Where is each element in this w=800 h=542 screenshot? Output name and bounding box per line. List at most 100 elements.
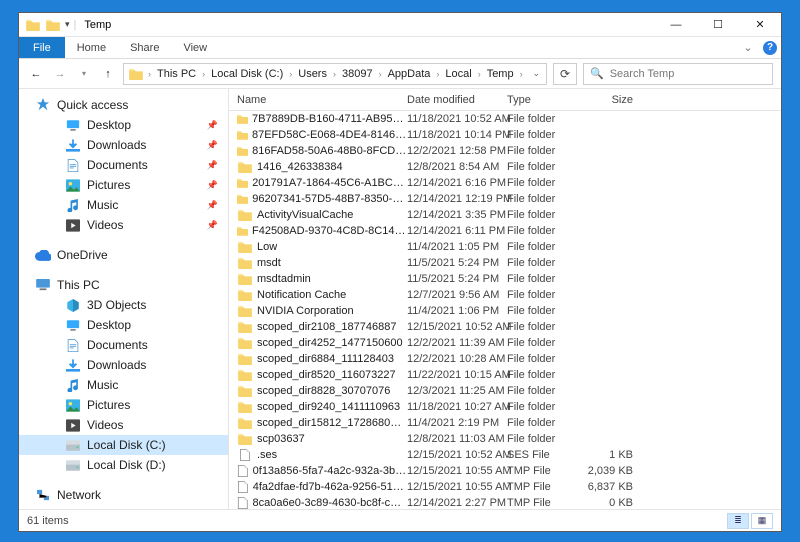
nav-item-music[interactable]: Music📌 — [19, 195, 228, 215]
chevron-right-icon[interactable]: › — [331, 69, 338, 79]
file-row[interactable]: 4fa2dfae-fd7b-462a-9256-5105afe081f5.t..… — [229, 479, 781, 495]
file-row[interactable]: scoped_dir8828_3070707612/3/2021 11:25 A… — [229, 383, 781, 399]
column-date[interactable]: Date modified — [407, 94, 507, 106]
file-row[interactable]: Notification Cache12/7/2021 9:56 AMFile … — [229, 287, 781, 303]
help-button[interactable]: ? — [759, 37, 781, 58]
file-row[interactable]: .ses12/15/2021 10:52 AMSES File1 KB — [229, 447, 781, 463]
chevron-right-icon[interactable]: › — [518, 69, 525, 79]
chevron-right-icon[interactable]: › — [287, 69, 294, 79]
qat-folder-icon[interactable] — [45, 18, 61, 32]
tab-file[interactable]: File — [19, 37, 65, 58]
file-row[interactable]: scoped_dir6884_11112840312/2/2021 10:28 … — [229, 351, 781, 367]
breadcrumb-segment[interactable]: 38097 — [340, 68, 375, 80]
file-type: File folder — [507, 129, 585, 141]
nav-item-pictures[interactable]: Pictures — [19, 395, 228, 415]
chevron-right-icon[interactable]: › — [146, 69, 153, 79]
chevron-right-icon[interactable]: › — [434, 69, 441, 79]
file-row[interactable]: 201791A7-1864-45C6-A1BC-208986DC183712/1… — [229, 175, 781, 191]
file-row[interactable]: 1416_42633838412/8/2021 8:54 AMFile fold… — [229, 159, 781, 175]
qat-dropdown-icon[interactable]: ▾ — [65, 19, 70, 30]
column-name[interactable]: Name — [237, 94, 407, 106]
breadcrumb-segment[interactable]: Users — [296, 68, 329, 80]
file-row[interactable]: Low11/4/2021 1:05 PMFile folder — [229, 239, 781, 255]
view-thumbnails-button[interactable]: ▦ — [751, 513, 773, 529]
nav-up-button[interactable]: ↑ — [99, 65, 117, 83]
file-row[interactable]: 8ca0a6e0-3c89-4630-bc8f-c330e5e072ee...1… — [229, 495, 781, 509]
column-type[interactable]: Type — [507, 94, 585, 106]
view-details-button[interactable]: ≣ — [727, 513, 749, 529]
nav-item-downloads[interactable]: Downloads📌 — [19, 135, 228, 155]
breadcrumb-segment[interactable]: AppData — [386, 68, 433, 80]
file-row[interactable]: scoped_dir8520_11607322711/22/2021 10:15… — [229, 367, 781, 383]
search-input[interactable]: 🔍 Search Temp — [583, 63, 773, 85]
breadcrumb-segment[interactable]: This PC — [155, 68, 198, 80]
nav-back-button[interactable]: ← — [27, 65, 45, 83]
refresh-button[interactable]: ⟳ — [553, 63, 577, 85]
tab-home[interactable]: Home — [65, 37, 118, 58]
nav-onedrive[interactable]: OneDrive — [19, 245, 228, 265]
nav-item-desktop[interactable]: Desktop📌 — [19, 115, 228, 135]
breadcrumb-segment[interactable]: Local Disk (C:) — [209, 68, 285, 80]
file-name: 816FAD58-50A6-48B0-8FCD-BE67A6C276... — [252, 145, 407, 157]
file-name: Low — [257, 241, 277, 253]
nav-item-documents[interactable]: Documents📌 — [19, 155, 228, 175]
maximize-button[interactable]: ☐ — [697, 13, 739, 37]
file-type: File folder — [507, 417, 585, 429]
chevron-right-icon[interactable]: › — [200, 69, 207, 79]
folder-icon — [237, 432, 253, 446]
file-row[interactable]: msdt11/5/2021 5:24 PMFile folder — [229, 255, 781, 271]
file-row[interactable]: scp0363712/8/2021 11:03 AMFile folder — [229, 431, 781, 447]
file-date: 12/15/2021 10:55 AM — [407, 465, 507, 477]
file-row[interactable]: 0f13a856-5fa7-4a2c-932a-3b7a98d46bac...1… — [229, 463, 781, 479]
file-type: File folder — [507, 177, 585, 189]
nav-item-downloads[interactable]: Downloads — [19, 355, 228, 375]
nav-quick-access[interactable]: Quick access — [19, 95, 228, 115]
file-row[interactable]: 87EFD58C-E068-4DE4-8146-0E4B68B1096D11/1… — [229, 127, 781, 143]
nav-item-local-disk-c-[interactable]: Local Disk (C:) — [19, 435, 228, 455]
file-date: 12/3/2021 11:25 AM — [407, 385, 507, 397]
nav-item-videos[interactable]: Videos — [19, 415, 228, 435]
nav-this-pc[interactable]: This PC — [19, 275, 228, 295]
file-size: 6,837 KB — [585, 481, 647, 493]
chevron-right-icon[interactable]: › — [476, 69, 483, 79]
file-row[interactable]: 96207341-57D5-48B7-8350-9E426C1EB88F12/1… — [229, 191, 781, 207]
breadcrumb-segment[interactable]: Local — [443, 68, 473, 80]
nav-network[interactable]: Network — [19, 485, 228, 505]
tab-share[interactable]: Share — [118, 37, 171, 58]
file-row[interactable]: scoped_dir15812_172868084711/4/2021 2:19… — [229, 415, 781, 431]
nav-item-3d-objects[interactable]: 3D Objects — [19, 295, 228, 315]
close-button[interactable]: ✕ — [739, 13, 781, 37]
column-headers: Name Date modified Type Size — [229, 89, 781, 111]
chevron-right-icon[interactable]: › — [377, 69, 384, 79]
folder-icon — [237, 272, 253, 286]
column-size[interactable]: Size — [585, 94, 647, 106]
nav-recent-dropdown[interactable]: ▾ — [75, 65, 93, 83]
nav-item-local-disk-d-[interactable]: Local Disk (D:) — [19, 455, 228, 475]
file-row[interactable]: ActivityVisualCache12/14/2021 3:35 PMFil… — [229, 207, 781, 223]
nav-item-music[interactable]: Music — [19, 375, 228, 395]
nav-item-desktop[interactable]: Desktop — [19, 315, 228, 335]
file-row[interactable]: scoped_dir2108_18774688712/15/2021 10:52… — [229, 319, 781, 335]
breadcrumb[interactable]: › This PC›Local Disk (C:)›Users›38097›Ap… — [123, 63, 547, 85]
minimize-button[interactable]: — — [655, 13, 697, 37]
nav-forward-button[interactable]: → — [51, 65, 69, 83]
tab-view[interactable]: View — [171, 37, 219, 58]
file-row[interactable]: scoped_dir9240_141111096311/18/2021 10:2… — [229, 399, 781, 415]
file-name: scoped_dir9240_1411110963 — [257, 401, 400, 413]
file-row[interactable]: msdtadmin11/5/2021 5:24 PMFile folder — [229, 271, 781, 287]
file-row[interactable]: 816FAD58-50A6-48B0-8FCD-BE67A6C276...12/… — [229, 143, 781, 159]
nav-item-videos[interactable]: Videos📌 — [19, 215, 228, 235]
nav-item-documents[interactable]: Documents — [19, 335, 228, 355]
breadcrumb-segment[interactable]: Temp — [485, 68, 516, 80]
nav-item-pictures[interactable]: Pictures📌 — [19, 175, 228, 195]
folder-icon — [237, 176, 248, 190]
file-row[interactable]: scoped_dir4252_147715060012/2/2021 11:39… — [229, 335, 781, 351]
file-row[interactable]: 7B7889DB-B160-4711-AB95-FAB5EBFEB41411/1… — [229, 111, 781, 127]
file-row[interactable]: F42508AD-9370-4C8D-8C14-F934C6625BEB12/1… — [229, 223, 781, 239]
file-type: File folder — [507, 209, 585, 221]
file-row[interactable]: NVIDIA Corporation11/4/2021 1:06 PMFile … — [229, 303, 781, 319]
ribbon-expand-icon[interactable]: ⌄ — [737, 37, 759, 58]
file-date: 12/15/2021 10:52 AM — [407, 449, 507, 461]
address-dropdown-icon[interactable]: ⌄ — [532, 68, 540, 79]
folder-icon — [237, 288, 253, 302]
